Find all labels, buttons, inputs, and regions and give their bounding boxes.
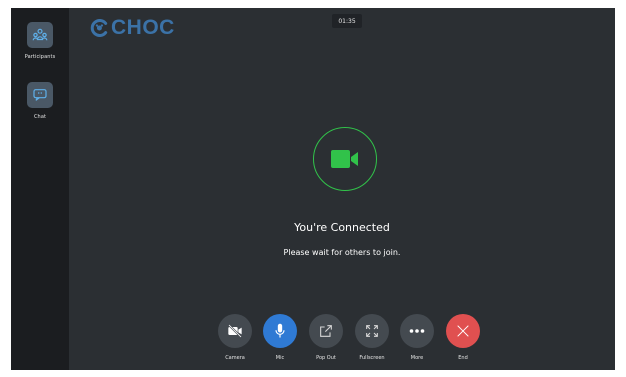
- camera-control[interactable]: Camera: [215, 314, 255, 361]
- pop-out-control[interactable]: Pop Out: [306, 314, 346, 361]
- fullscreen-control[interactable]: Fullscreen: [352, 314, 392, 361]
- participants-icon: [32, 28, 48, 41]
- call-controls: Camera Mic Pop Out Fullscreen More End: [69, 314, 615, 370]
- sidebar-item-participants[interactable]: Participants: [11, 22, 69, 60]
- logo-text: CHOC: [111, 16, 175, 39]
- camera-label: Camera: [225, 355, 245, 361]
- camera-off-icon: [228, 324, 242, 338]
- call-timer: 01:35: [332, 14, 362, 28]
- more-label: More: [410, 355, 424, 361]
- participants-button[interactable]: [27, 22, 53, 48]
- mic-button[interactable]: [263, 314, 297, 348]
- pop-out-icon: [320, 325, 332, 337]
- fullscreen-label: Fullscreen: [359, 355, 385, 361]
- connection-status-icon: [313, 127, 377, 191]
- more-icon: [409, 329, 425, 333]
- pop-out-button[interactable]: [309, 314, 343, 348]
- end-call-button[interactable]: [446, 314, 480, 348]
- end-control[interactable]: End: [443, 314, 483, 361]
- fullscreen-icon: [366, 325, 378, 337]
- end-call-icon: [457, 325, 469, 337]
- choc-logo: CHOC: [89, 16, 175, 40]
- end-label: End: [458, 355, 468, 361]
- logo-mark-icon: [90, 19, 108, 37]
- sidebar-item-chat[interactable]: Chat: [11, 82, 69, 120]
- microphone-icon: [275, 323, 285, 338]
- video-call-window: Participants Chat CHOC 01:35 You're Conn…: [11, 8, 615, 370]
- chat-button[interactable]: [27, 82, 53, 108]
- fullscreen-button[interactable]: [355, 314, 389, 348]
- mic-control[interactable]: Mic: [260, 314, 300, 361]
- status-title: You're Connected: [294, 221, 390, 234]
- status-subtitle: Please wait for others to join.: [283, 248, 401, 257]
- sidebar: Participants Chat: [11, 8, 69, 370]
- more-button[interactable]: [400, 314, 434, 348]
- video-camera-icon: [331, 150, 358, 168]
- mic-label: Mic: [275, 355, 285, 361]
- pop-out-label: Pop Out: [316, 355, 336, 361]
- camera-button[interactable]: [218, 314, 252, 348]
- sidebar-item-label: Participants: [24, 54, 56, 60]
- chat-icon: [33, 89, 47, 101]
- main-stage: CHOC 01:35 You're Connected Please wait …: [69, 8, 615, 370]
- sidebar-item-label: Chat: [33, 114, 47, 120]
- more-control[interactable]: More: [397, 314, 437, 361]
